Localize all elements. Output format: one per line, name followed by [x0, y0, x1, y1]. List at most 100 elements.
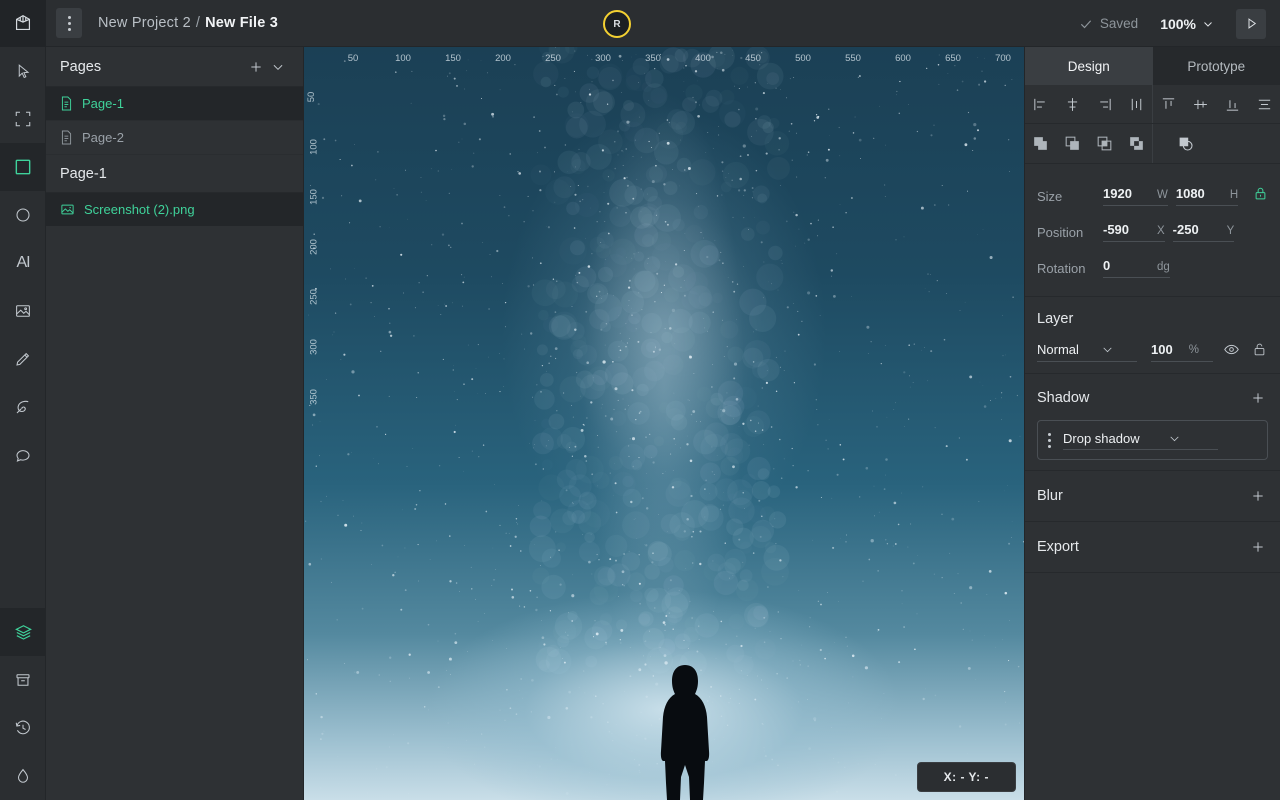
chevron-down-icon: [1101, 343, 1114, 356]
app-logo-icon[interactable]: [0, 0, 46, 47]
plus-icon: [1250, 390, 1266, 406]
saved-label: Saved: [1100, 16, 1138, 31]
opacity-value: 100: [1151, 342, 1173, 357]
intersect-icon[interactable]: [1091, 131, 1117, 157]
pencil-tool[interactable]: [0, 335, 46, 383]
color-tool[interactable]: [0, 752, 46, 800]
archive-icon: [14, 671, 32, 689]
plus-icon: [248, 59, 264, 75]
breadcrumb-project[interactable]: New Project 2: [98, 15, 191, 31]
collapse-pages-button[interactable]: [267, 56, 289, 78]
subtract-icon[interactable]: [1060, 131, 1086, 157]
ellipse-tool[interactable]: [0, 191, 46, 239]
kebab-menu-icon[interactable]: [56, 8, 82, 38]
shadow-header: Shadow: [1037, 388, 1268, 408]
comment-icon: [14, 446, 32, 464]
page-item-label: Page-1: [82, 96, 124, 111]
select-tool[interactable]: [0, 47, 46, 95]
layers-tool[interactable]: [0, 608, 46, 656]
align-right-icon[interactable]: [1091, 91, 1117, 117]
canvas-area[interactable]: 5010015020025030035040045050055060065070…: [304, 47, 1024, 800]
lock-ratio-icon[interactable]: [1253, 186, 1268, 206]
page-item-page-1[interactable]: Page-1: [46, 87, 303, 121]
present-button[interactable]: [1236, 9, 1266, 39]
rectangle-tool[interactable]: [0, 143, 46, 191]
blend-mode-select[interactable]: Normal: [1037, 342, 1137, 362]
unlock-icon[interactable]: [1252, 342, 1267, 362]
frame-tool[interactable]: [0, 95, 46, 143]
layer-item-screenshot[interactable]: Screenshot (2).png: [46, 193, 303, 226]
height-unit: H: [1230, 189, 1238, 201]
layer-header: Layer: [1037, 311, 1268, 327]
breadcrumb: New Project 2 / New File 3: [98, 15, 278, 31]
align-left-icon[interactable]: [1028, 91, 1054, 117]
page-item-page-2[interactable]: Page-2: [46, 121, 303, 155]
position-y-field[interactable]: -250 Y: [1173, 222, 1235, 242]
eye-icon[interactable]: [1223, 341, 1240, 363]
zoom-control[interactable]: 100%: [1160, 16, 1214, 32]
comment-tool[interactable]: [0, 431, 46, 479]
droplet-icon: [14, 767, 32, 785]
inspector-tabs: Design Prototype: [1025, 47, 1280, 85]
history-tool[interactable]: [0, 704, 46, 752]
zoom-level: 100%: [1160, 16, 1196, 32]
inspector-panel: Design Prototype: [1024, 47, 1280, 800]
app-root: New Project 2 / New File 3 R Saved 100%: [0, 0, 1280, 800]
page-icon: [60, 96, 73, 111]
artboard-image[interactable]: 5010015020025030035040045050055060065070…: [304, 47, 1024, 800]
components-tool[interactable]: [0, 656, 46, 704]
left-toolbar-bottom: [0, 608, 46, 800]
person-silhouette: [654, 665, 716, 800]
align-top-icon[interactable]: [1156, 91, 1182, 117]
page-icon: [60, 130, 73, 145]
position-y-value: -250: [1173, 222, 1219, 237]
rotation-label: Rotation: [1037, 261, 1103, 276]
chevron-down-icon: [1202, 18, 1214, 30]
opacity-unit: %: [1189, 344, 1199, 356]
position-label: Position: [1037, 225, 1103, 240]
rotation-unit: dg: [1157, 261, 1170, 273]
position-x-field[interactable]: -590 X: [1103, 222, 1165, 242]
height-field[interactable]: 1080 H: [1176, 186, 1238, 206]
pen-tool[interactable]: [0, 383, 46, 431]
align-vertical-center-icon[interactable]: [1188, 91, 1214, 117]
transform-properties: Size 1920 W 1080 H Position -590 X: [1025, 164, 1280, 297]
frame-icon: [14, 110, 32, 128]
plus-icon: [1250, 539, 1266, 555]
distribute-vertical-icon[interactable]: [1251, 91, 1277, 117]
union-icon[interactable]: [1028, 131, 1054, 157]
tab-design[interactable]: Design: [1025, 47, 1153, 85]
layer-title: Layer: [1037, 311, 1073, 327]
add-shadow-button[interactable]: [1248, 388, 1268, 408]
add-page-button[interactable]: [245, 56, 267, 78]
exclude-icon[interactable]: [1123, 131, 1149, 157]
rotation-field[interactable]: 0 dg: [1103, 258, 1170, 278]
chevron-down-icon: [1168, 432, 1181, 445]
plus-icon: [1250, 488, 1266, 504]
position-x-value: -590: [1103, 222, 1149, 237]
align-bottom-icon[interactable]: [1219, 91, 1245, 117]
text-tool[interactable]: AI: [0, 239, 46, 287]
position-y-unit: Y: [1227, 225, 1235, 237]
width-field[interactable]: 1920 W: [1103, 186, 1168, 206]
shadow-item-menu-icon[interactable]: [1048, 433, 1051, 448]
breadcrumb-file[interactable]: New File 3: [205, 15, 278, 31]
size-row: Size 1920 W 1080 H: [1037, 178, 1268, 214]
play-icon: [1244, 16, 1259, 31]
avatar[interactable]: R: [603, 10, 631, 38]
align-horizontal-center-icon[interactable]: [1060, 91, 1086, 117]
pages-header: Pages: [46, 47, 303, 87]
tab-prototype[interactable]: Prototype: [1153, 47, 1280, 85]
header-actions: Saved 100%: [1079, 0, 1266, 47]
add-export-button[interactable]: [1248, 537, 1268, 557]
layers-section-title: Page-1: [46, 155, 303, 193]
shadow-type-select[interactable]: Drop shadow: [1063, 431, 1218, 450]
avatar-initial: R: [613, 19, 620, 30]
layer-section: Layer Normal 100 %: [1025, 297, 1280, 374]
mask-icon[interactable]: [1173, 131, 1199, 157]
image-tool[interactable]: [0, 287, 46, 335]
pen-icon: [14, 398, 32, 416]
distribute-horizontal-icon[interactable]: [1123, 91, 1149, 117]
opacity-field[interactable]: 100 %: [1151, 342, 1213, 362]
add-blur-button[interactable]: [1248, 486, 1268, 506]
